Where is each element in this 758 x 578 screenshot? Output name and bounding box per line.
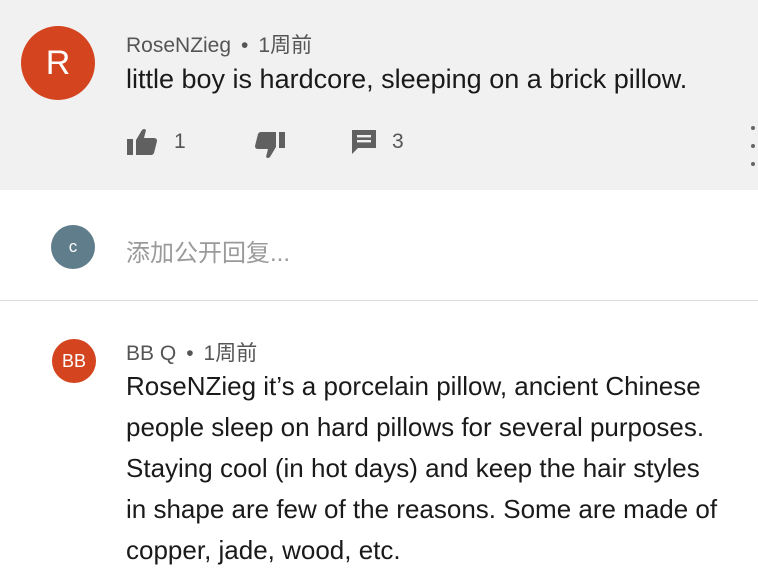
thumbs-down-icon xyxy=(255,132,285,158)
comment-meta: RoseNZieg • 1周前 xyxy=(126,29,312,59)
reply-count: 3 xyxy=(392,130,404,153)
avatar-letter: R xyxy=(45,43,71,82)
author-name[interactable]: RoseNZieg xyxy=(126,34,231,57)
like-button[interactable]: 1 xyxy=(126,128,186,156)
separator: • xyxy=(241,34,249,57)
reply-input[interactable]: 添加公开回复... xyxy=(126,233,290,268)
dislike-button[interactable] xyxy=(254,131,286,159)
thumbs-up-icon xyxy=(127,129,157,155)
avatar[interactable]: R xyxy=(21,26,95,100)
add-reply-row: c 添加公开回复... xyxy=(0,190,758,301)
reply-button[interactable]: 3 xyxy=(350,128,404,156)
comment-text-line: copper, jade, wood, etc. xyxy=(126,535,401,565)
author-name[interactable]: BB Q xyxy=(126,342,176,365)
more-vertical-icon[interactable] xyxy=(748,126,758,166)
comment-icon xyxy=(352,130,376,154)
timestamp[interactable]: 1周前 xyxy=(258,34,312,57)
like-count: 1 xyxy=(174,130,186,153)
timestamp[interactable]: 1周前 xyxy=(204,342,258,365)
comment-text: little boy is hardcore, sleeping on a br… xyxy=(126,64,688,94)
comment-text-line: Staying cool (in hot days) and keep the … xyxy=(126,453,700,483)
comment-text: RoseNZieg it’s a porcelain pillow, ancie… xyxy=(126,366,750,571)
comment-text-line: in shape are few of the reasons. Some ar… xyxy=(126,494,718,524)
comment-rosenzieg: R RoseNZieg • 1周前 little boy is hardcore, … xyxy=(0,0,758,190)
avatar-letter: BB xyxy=(61,350,86,371)
avatar[interactable]: BB xyxy=(52,339,96,383)
comment-text-line: RoseNZieg it’s a porcelain pillow, ancie… xyxy=(126,371,701,401)
avatar: c xyxy=(51,225,95,269)
separator: • xyxy=(186,342,194,365)
avatar-letter: c xyxy=(68,237,78,256)
comment-meta: BB Q • 1周前 xyxy=(126,337,257,367)
comment-text-line: people sleep on hard pillows for several… xyxy=(126,412,705,442)
